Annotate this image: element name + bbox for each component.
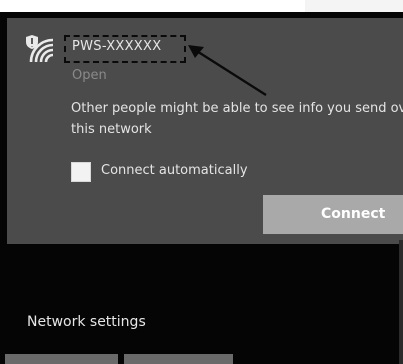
network-flyout-screen: PWS-XXXXXX Open Other people might be ab… xyxy=(0,0,403,364)
connect-automatically-checkbox[interactable] xyxy=(71,162,91,182)
network-settings-link[interactable]: Network settings xyxy=(27,314,146,330)
quick-action-tile[interactable] xyxy=(124,354,233,364)
network-item[interactable]: PWS-XXXXXX Open Other people might be ab… xyxy=(7,18,403,244)
connect-button-label: Connect xyxy=(321,206,386,222)
scrollbar[interactable] xyxy=(399,240,403,364)
security-warning: Other people might be able to see info y… xyxy=(71,101,403,137)
top-white-area xyxy=(0,0,305,12)
ssid-label: PWS-XXXXXX xyxy=(72,39,162,54)
arrow-icon xyxy=(188,45,267,97)
connect-button[interactable]: Connect xyxy=(263,195,403,234)
security-status: Open xyxy=(72,68,107,83)
connect-automatically-label: Connect automatically xyxy=(101,163,248,178)
quick-action-tile[interactable] xyxy=(5,354,118,364)
wifi-shield-icon xyxy=(26,35,54,63)
